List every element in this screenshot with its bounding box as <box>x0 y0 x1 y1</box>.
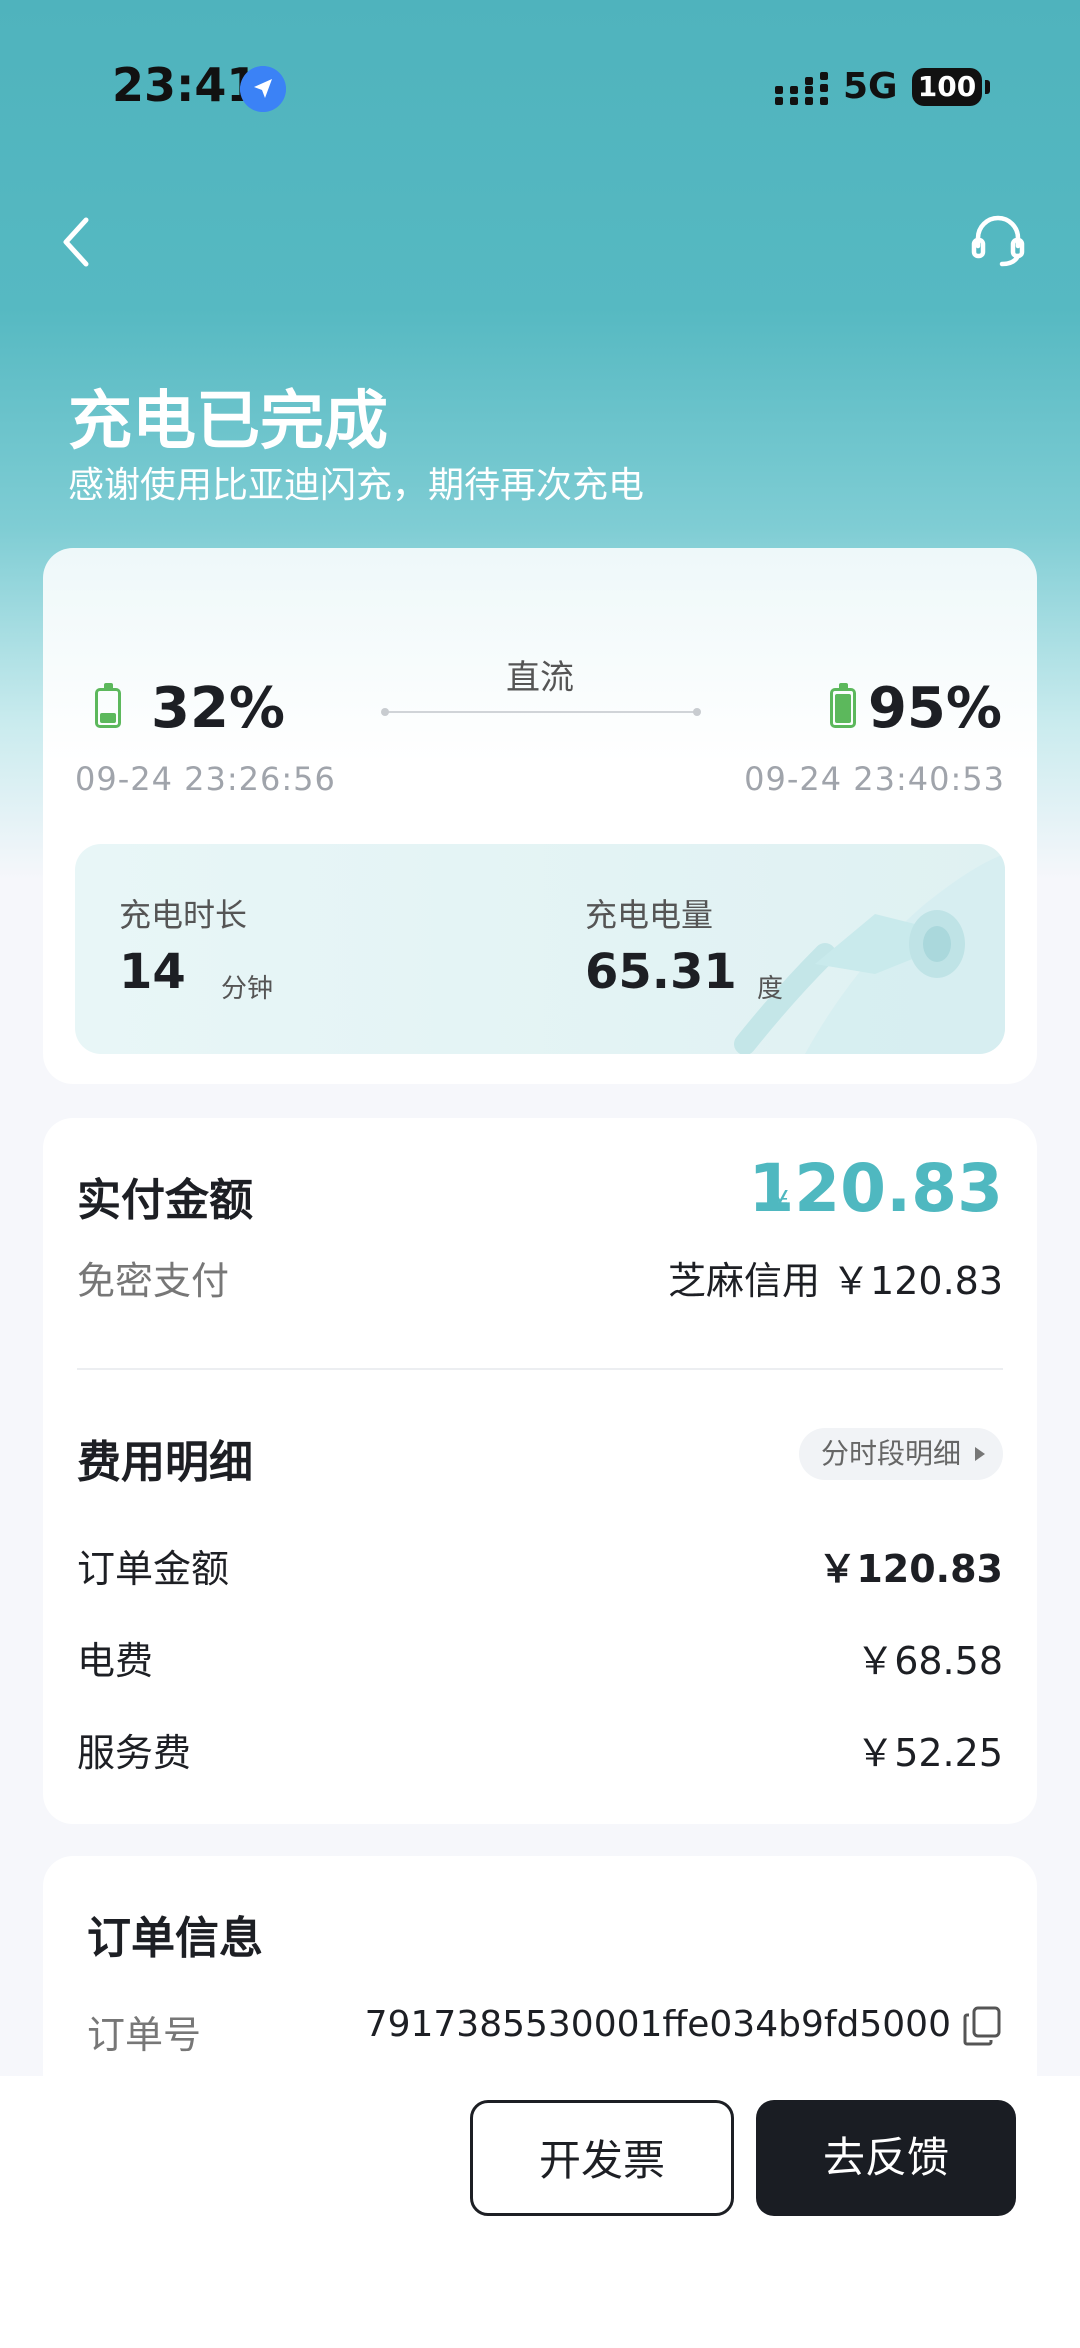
fee-value: ￥52.25 <box>856 1731 1003 1775</box>
fee-value: ￥120.83 <box>818 1547 1003 1591</box>
network-type: 5G <box>843 66 898 107</box>
end-battery-percent: 95% <box>867 676 1002 741</box>
charging-stats-panel: 充电时长 14 分钟 充电电量 65.31 度 <box>75 844 1005 1054</box>
paid-amount-label: 实付金额 <box>77 1175 253 1226</box>
energy-unit: 度 <box>757 974 784 1004</box>
triangle-right-icon <box>975 1447 985 1461</box>
fee-row-order-amount: 订单金额 ￥120.83 <box>77 1538 1003 1598</box>
payment-method-label: 免密支付 <box>77 1259 230 1303</box>
signal-icon <box>775 72 828 105</box>
order-number-label: 订单号 <box>87 2013 202 2057</box>
location-arrow-icon <box>240 66 286 112</box>
back-chevron-icon[interactable] <box>52 212 102 272</box>
copy-icon[interactable] <box>963 2006 1001 2046</box>
feedback-button[interactable]: 去反馈 <box>756 2100 1016 2216</box>
paid-amount-value: 120.83 <box>748 1150 1003 1227</box>
charging-summary-card: 直流 32% 09-24 23:26:56 95% 09-24 23:40:53… <box>43 548 1037 1084</box>
fee-label: 电费 <box>77 1639 154 1683</box>
page-title: 充电已完成 <box>68 385 388 459</box>
bottom-action-bar: 开发票 去反馈 <box>0 2076 1080 2348</box>
invoice-button[interactable]: 开发票 <box>470 2100 734 2216</box>
time-period-detail-label: 分时段明细 <box>820 1437 961 1470</box>
start-time: 09-24 23:26:56 <box>75 760 336 798</box>
fee-row-service: 服务费 ￥52.25 <box>77 1722 1003 1782</box>
fee-detail-title: 费用明细 <box>77 1437 253 1488</box>
charging-progress-line <box>381 708 701 716</box>
duration-label: 充电时长 <box>119 896 248 934</box>
fee-value: ￥68.58 <box>856 1639 1003 1683</box>
order-number-value: 7917385530001ffe034b9fd5000 <box>364 2004 951 2045</box>
customer-service-headset-icon[interactable] <box>968 210 1028 270</box>
page-subtitle: 感谢使用比亚迪闪充，期待再次充电 <box>68 465 645 506</box>
fee-label: 订单金额 <box>77 1547 230 1591</box>
duration-value: 14 <box>119 944 186 1000</box>
status-time: 23:41 <box>112 58 259 112</box>
end-battery-icon <box>830 683 856 728</box>
battery-status-icon: 100 <box>912 68 990 106</box>
divider <box>77 1368 1003 1370</box>
energy-value: 65.31 <box>585 944 737 1000</box>
start-battery-percent: 32% <box>151 676 286 741</box>
status-bar: 23:41 5G 100 <box>0 0 1080 180</box>
payment-card: 实付金额 ¥ 120.83 免密支付 芝麻信用 ￥120.83 费用明细 分时段… <box>43 1118 1037 1824</box>
energy-label: 充电电量 <box>585 896 714 934</box>
time-period-detail-button[interactable]: 分时段明细 <box>798 1428 1003 1480</box>
fee-label: 服务费 <box>77 1731 192 1775</box>
payment-method-value: 芝麻信用 ￥120.83 <box>667 1259 1003 1303</box>
order-info-title: 订单信息 <box>87 1913 263 1964</box>
end-time: 09-24 23:40:53 <box>744 760 1005 798</box>
start-battery-icon <box>95 683 121 728</box>
fee-row-electricity: 电费 ￥68.58 <box>77 1630 1003 1690</box>
duration-unit: 分钟 <box>221 974 274 1004</box>
